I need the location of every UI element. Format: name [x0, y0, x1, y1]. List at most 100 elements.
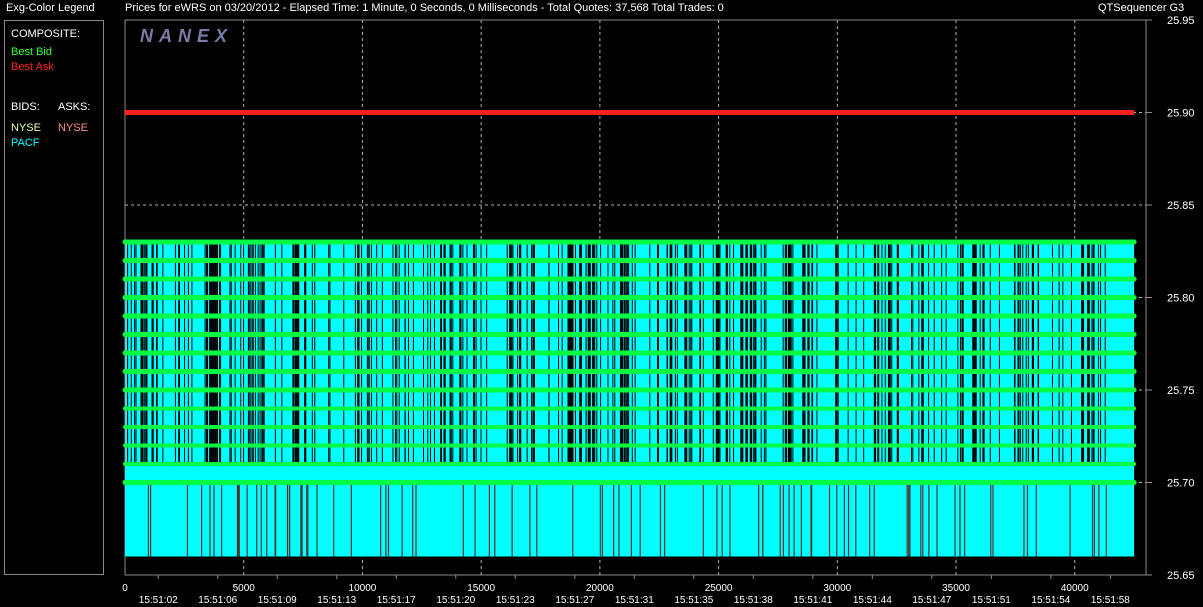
bid-gap-low: [630, 482, 633, 557]
bid-gap-low: [511, 482, 513, 557]
x-tick-label: 15000: [467, 583, 495, 594]
bid-gap-low: [333, 482, 335, 557]
bid-gap-low: [1093, 482, 1095, 557]
x-time-label: 15:51:51: [972, 595, 1011, 606]
bid-gap-low: [1035, 482, 1037, 557]
bid-gap-low: [1026, 482, 1029, 557]
plot-area: [122, 19, 1147, 576]
bid-gap-low: [828, 482, 831, 557]
x-tick-label: 10000: [349, 583, 377, 594]
bid-gap-low: [1098, 482, 1100, 557]
bid-gap-low: [729, 482, 731, 557]
bid-gap-low: [659, 482, 662, 557]
bid-gap-low: [307, 482, 309, 557]
bid-gap-low: [639, 482, 641, 557]
bid-gap-low: [873, 482, 875, 557]
bid-gap-low: [847, 482, 850, 557]
bid-gap-low: [964, 482, 966, 557]
x-tick-label: 30000: [823, 583, 851, 594]
bid-gap-low: [536, 482, 538, 557]
bid-gap-low: [316, 482, 318, 557]
bid-gap-low: [401, 482, 403, 557]
x-time-label: 15:51:17: [377, 595, 416, 606]
x-time-label: 15:51:47: [912, 595, 951, 606]
bid-gap-low: [415, 482, 417, 557]
bid-gap-low: [286, 482, 289, 557]
x-time-label: 15:51:20: [436, 595, 475, 606]
bid-gap-low: [260, 482, 262, 557]
x-tick-label: 0: [122, 583, 128, 594]
bid-gap-low: [380, 482, 382, 557]
bid-gap-low: [954, 482, 956, 557]
bid-gap-low: [462, 482, 464, 557]
bid-gap-low: [306, 482, 308, 557]
bid-gap-low: [385, 482, 387, 557]
bid-gap-low: [793, 482, 795, 557]
bid-gap-low: [350, 482, 352, 557]
x-time-label: 15:51:35: [674, 595, 713, 606]
bid-gap-low: [266, 482, 268, 557]
bid-gap-low: [213, 482, 215, 557]
x-time-label: 15:51:13: [317, 595, 356, 606]
x-tick-label: 40000: [1061, 583, 1089, 594]
bid-gap-low: [488, 482, 490, 557]
bid-gap-low: [201, 482, 203, 557]
bid-gap-low: [238, 482, 240, 557]
y-tick-label: 25.95: [1167, 15, 1195, 27]
bid-gap-low: [301, 482, 303, 557]
y-tick-label: 25.70: [1167, 478, 1195, 490]
bid-gap-low: [920, 482, 922, 557]
x-time-label: 15:51:23: [496, 595, 535, 606]
bid-gap-low: [274, 482, 276, 557]
x-time-label: 15:51:38: [734, 595, 773, 606]
bid-gap-low: [412, 482, 414, 557]
bid-gap-low: [474, 482, 476, 557]
bid-gap-low: [959, 482, 961, 557]
bid-gap-low: [1069, 482, 1071, 557]
bid-gap-low: [1105, 482, 1107, 557]
x-time-label: 15:51:02: [139, 595, 178, 606]
bid-gap-low: [256, 482, 258, 557]
x-tick-label: 5000: [233, 583, 256, 594]
price-chart: NANEX 25.95 25.90 25.85 25.80 25.75 25.70 25.6…: [122, 15, 1195, 606]
bid-gap-low: [909, 482, 911, 557]
bid-gap-low: [990, 482, 992, 557]
bid-gap-low: [702, 482, 704, 557]
bid-gap-low: [599, 482, 601, 557]
bid-gap-low: [572, 482, 574, 557]
bid-gap-low: [928, 482, 930, 557]
bid-gap-low: [922, 482, 924, 557]
bid-gap-low: [811, 482, 813, 557]
x-tick-label: 25000: [705, 583, 733, 594]
x-time-label: 15:51:06: [198, 595, 237, 606]
x-tick-label: 20000: [586, 583, 614, 594]
nanex-watermark: NANEX: [140, 26, 233, 46]
bid-gap-low: [209, 482, 211, 557]
bid-gap-low: [186, 482, 189, 557]
bid-gap-low: [836, 482, 838, 557]
bid-gap-low: [237, 482, 239, 557]
bid-gap-low: [800, 482, 802, 557]
bid-gap-low: [936, 482, 938, 557]
bid-gap-low: [906, 482, 908, 557]
bid-gap-low: [601, 482, 604, 557]
y-tick-label: 25.75: [1167, 385, 1195, 397]
bid-gap-low: [788, 482, 790, 557]
bid-gap-low: [246, 482, 248, 557]
y-tick-label: 25.80: [1167, 293, 1195, 305]
bid-gap-low: [1023, 482, 1025, 557]
x-tick-label: 35000: [942, 583, 970, 594]
bid-gap-low: [992, 482, 994, 557]
bid-gap-low: [300, 482, 302, 557]
bid-gap-low: [618, 482, 620, 557]
bid-gap-low: [855, 482, 857, 557]
bid-gap-low: [387, 482, 390, 557]
bid-gap-low: [716, 482, 718, 557]
bid-gap-low: [613, 482, 615, 557]
bid-gap-low: [779, 482, 781, 557]
bid-gap-low: [220, 482, 223, 557]
x-time-label: 15:51:58: [1091, 595, 1130, 606]
x-time-label: 15:51:27: [555, 595, 594, 606]
x-time-label: 15:51:54: [1031, 595, 1070, 606]
bid-gap-low: [1091, 482, 1094, 557]
